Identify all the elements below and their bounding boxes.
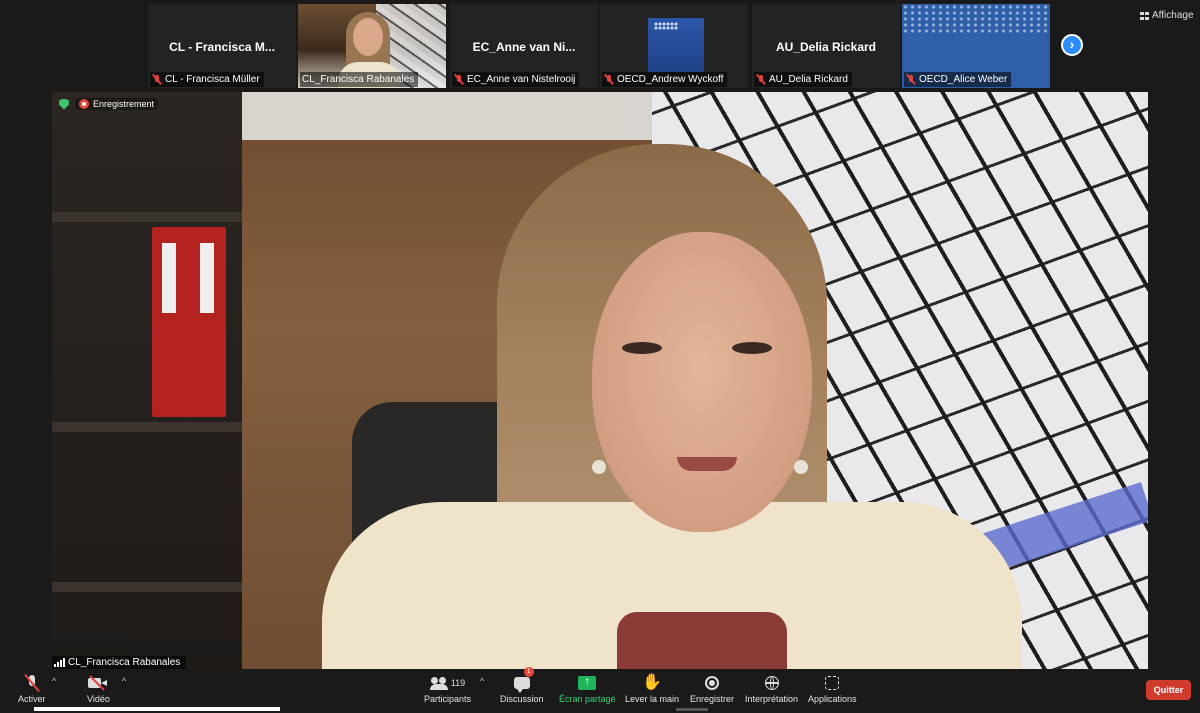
chat-label: Discussion	[500, 694, 544, 704]
video-off-icon	[88, 676, 108, 690]
recording-label: Enregistrement	[93, 99, 155, 109]
earring	[794, 460, 808, 474]
unmute-label: Activer	[18, 694, 46, 704]
mic-muted-icon	[454, 74, 464, 86]
participant-label: CL - Francisca Müller	[165, 74, 260, 85]
apps-label: Applications	[808, 694, 857, 704]
share-screen-button[interactable]: Écran partagé	[559, 672, 616, 704]
chat-button[interactable]: 1 Discussion	[500, 667, 544, 704]
mic-muted-icon	[604, 74, 614, 86]
participants-icon	[429, 676, 448, 690]
mic-muted-icon	[152, 74, 162, 86]
interpretation-button[interactable]: Interprétation	[745, 672, 798, 704]
participant-caption: EC_Anne van Nistelrooij	[452, 72, 580, 87]
globe-icon	[764, 676, 779, 690]
speaker-top	[617, 612, 787, 669]
speaker-name: CL_Francisca Rabanales	[68, 657, 181, 668]
hand-icon: ✋	[642, 674, 662, 691]
speaker-eye	[622, 342, 662, 354]
speaker-mouth	[677, 457, 737, 471]
chat-icon	[513, 677, 530, 693]
participant-caption: OECD_Alice Weber	[904, 72, 1012, 87]
grid-icon	[1140, 11, 1149, 20]
video-label: Vidéo	[87, 694, 110, 704]
participant-label: OECD_Andrew Wyckoff	[617, 74, 724, 85]
scroll-indicator	[676, 708, 708, 711]
participant-label: EC_Anne van Nistelrooij	[467, 74, 576, 85]
participant-tile[interactable]: CL - Francisca M... CL - Francisca Mülle…	[148, 4, 296, 88]
red-binder	[152, 227, 194, 417]
signal-strength-icon	[54, 658, 65, 667]
record-button[interactable]: Enregistrer	[690, 672, 734, 704]
participant-caption: AU_Delia Rickard	[754, 72, 852, 87]
meeting-status-badges: Enregistrement	[59, 98, 159, 110]
record-label: Enregistrer	[690, 694, 735, 704]
participant-caption: CL - Francisca Müller	[150, 72, 264, 87]
view-label: Affichage	[1152, 10, 1194, 21]
slide-thumbnail	[648, 18, 704, 72]
video-options-caret[interactable]: ^	[122, 676, 126, 686]
red-binder	[190, 227, 226, 417]
share-screen-icon	[578, 674, 597, 690]
recording-indicator[interactable]: Enregistrement	[75, 98, 159, 110]
participant-tile[interactable]: OECD_Andrew Wyckoff	[600, 4, 748, 88]
leave-meeting-button[interactable]: Quitter	[1146, 680, 1191, 700]
participant-tile[interactable]: EC_Anne van Ni... EC_Anne van Nistelrooi…	[450, 4, 598, 88]
participants-options-caret[interactable]: ^	[480, 676, 484, 686]
shelf	[52, 422, 242, 432]
mic-muted-icon	[906, 74, 916, 86]
bottom-bar-strip	[34, 707, 280, 711]
mic-off-icon	[24, 674, 40, 692]
participants-label: Participants	[424, 694, 472, 704]
participant-tile-active-speaker[interactable]: CL_Francisca Rabanales	[298, 4, 446, 88]
unmute-button[interactable]: Activer	[18, 672, 46, 704]
next-page-button[interactable]: ›	[1061, 34, 1083, 56]
participant-name-large: EC_Anne van Ni...	[472, 40, 576, 54]
active-speaker-label: CL_Francisca Rabanales	[52, 656, 187, 669]
bookshelf	[52, 92, 242, 669]
chevron-right-icon: ›	[1069, 36, 1075, 52]
participants-count: 119	[450, 678, 466, 688]
start-video-button[interactable]: Vidéo	[87, 672, 110, 704]
main-speaker-video[interactable]	[52, 92, 1148, 669]
raise-hand-label: Lever la main	[625, 694, 680, 704]
share-screen-label: Écran partagé	[559, 694, 616, 704]
earring	[592, 460, 606, 474]
participant-label: OECD_Alice Weber	[919, 74, 1008, 85]
speaker-eye	[732, 342, 772, 354]
slide-background	[902, 4, 1050, 34]
apps-icon	[825, 676, 840, 690]
participant-tile[interactable]: OECD_Alice Weber	[902, 4, 1050, 88]
record-icon	[705, 676, 719, 690]
raise-hand-button[interactable]: ✋ Lever la main	[625, 672, 680, 705]
speaker-face	[592, 232, 812, 532]
shield-icon[interactable]	[59, 98, 69, 110]
mic-muted-icon	[756, 74, 766, 86]
apps-button[interactable]: Applications	[808, 672, 857, 704]
view-button[interactable]: Affichage	[1140, 10, 1194, 21]
participant-label: AU_Delia Rickard	[769, 74, 848, 85]
thumbnail-face	[353, 18, 383, 56]
participant-tile[interactable]: AU_Delia Rickard AU_Delia Rickard	[752, 4, 900, 88]
participant-label: CL_Francisca Rabanales	[302, 74, 415, 85]
participant-caption: OECD_Andrew Wyckoff	[602, 72, 728, 87]
shelf	[52, 582, 242, 592]
record-dot-icon	[79, 99, 89, 109]
shelf	[52, 212, 242, 222]
audio-options-caret[interactable]: ^	[52, 676, 56, 686]
chat-unread-badge: 1	[523, 667, 534, 677]
participant-name-large: CL - Francisca M...	[169, 40, 275, 54]
participant-caption: CL_Francisca Rabanales	[300, 72, 419, 87]
participants-button[interactable]: 119 Participants	[424, 672, 471, 704]
interpretation-label: Interprétation	[745, 694, 799, 704]
participant-name-large: AU_Delia Rickard	[775, 40, 877, 54]
gallery-strip: CL - Francisca M... CL - Francisca Mülle…	[0, 0, 1200, 90]
